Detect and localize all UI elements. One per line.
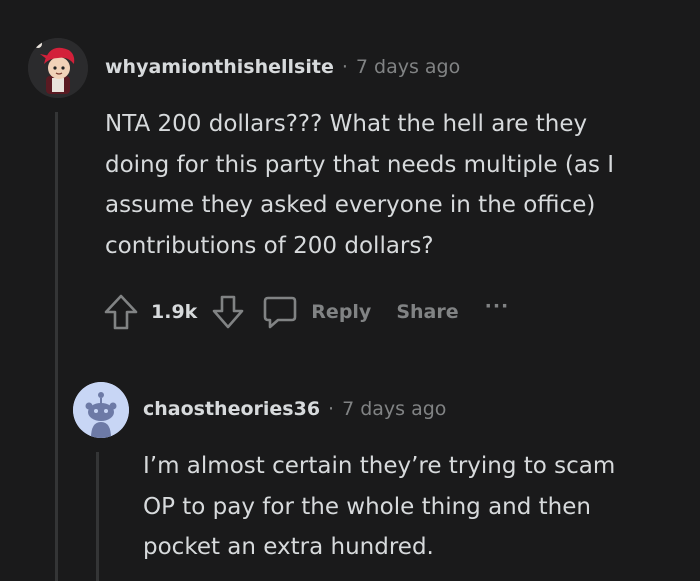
downvote-icon[interactable] [210, 291, 246, 333]
comment-line: OP to pay for the whole thing and then [143, 493, 591, 520]
thread-line-2[interactable] [96, 452, 99, 581]
more-options-button[interactable]: ··· [485, 295, 510, 317]
vote-count: 1.9k [151, 301, 198, 323]
comment-1-body: NTA 200 dollars??? What the hell are the… [105, 104, 614, 266]
comment-1-meta: whyamionthishellsite · 7 days ago [105, 56, 460, 78]
username[interactable]: chaostheories36 [143, 398, 320, 420]
snoo-avatar-icon [73, 382, 129, 438]
comment-line: NTA 200 dollars??? What the hell are the… [105, 111, 588, 137]
comment-1-actions: 1.9k Reply Share ··· [102, 291, 509, 333]
thread-line-1[interactable] [55, 112, 58, 581]
comment-line: doing for this party that needs multiple… [105, 151, 615, 178]
comment-2-body: I’m almost certain they’re trying to sca… [143, 446, 615, 568]
timestamp[interactable]: 7 days ago [342, 398, 446, 420]
comment-line: pocket an extra hundred. [143, 534, 434, 560]
separator-dot: · [341, 56, 348, 78]
reply-icon[interactable] [262, 291, 298, 333]
username[interactable]: whyamionthishellsite [105, 56, 334, 78]
upvote-icon[interactable] [102, 291, 140, 333]
share-button[interactable]: Share [396, 301, 458, 323]
comment-line: assume they asked everyone in the office… [105, 192, 596, 218]
avatar[interactable] [28, 38, 88, 98]
comment-line: I’m almost certain they’re trying to sca… [143, 453, 616, 479]
user-avatar-icon [28, 38, 88, 98]
separator-dot: · [328, 398, 335, 420]
timestamp[interactable]: 7 days ago [356, 56, 460, 78]
comment-2-meta: chaostheories36 · 7 days ago [143, 398, 446, 420]
avatar[interactable] [73, 382, 129, 438]
reply-button[interactable]: Reply [311, 301, 371, 323]
comment-line: contributions of 200 dollars? [105, 232, 434, 259]
